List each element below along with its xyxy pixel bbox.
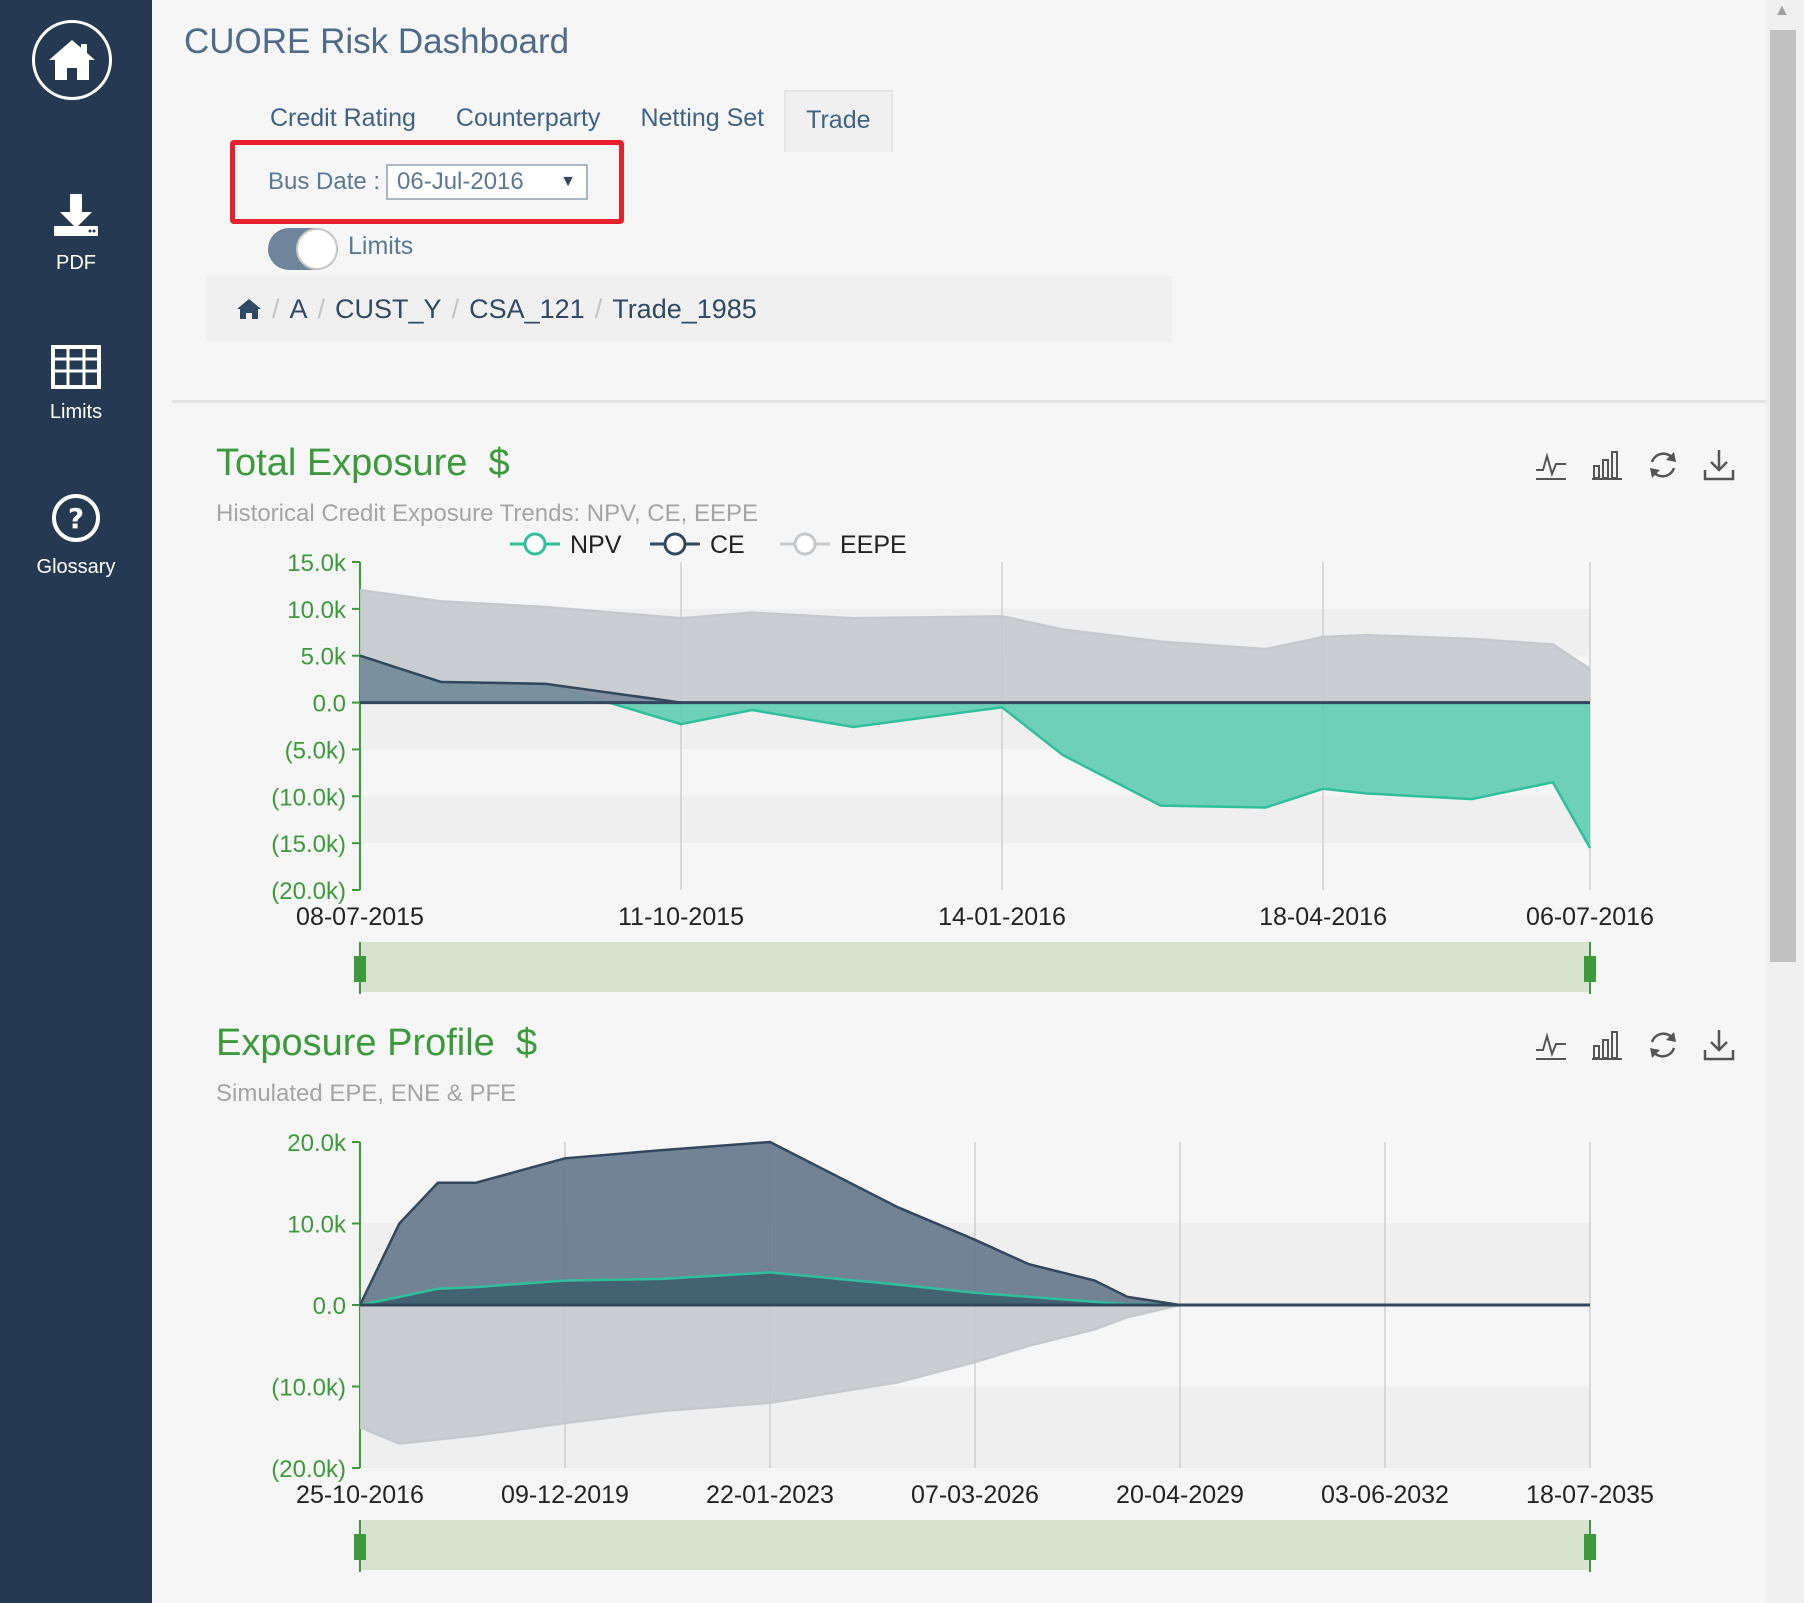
breadcrumb-separator: / (272, 293, 280, 324)
breadcrumb-separator: / (594, 293, 603, 324)
home-icon (49, 40, 95, 80)
y-tick-label: 0.0 (313, 691, 346, 718)
panel-toolbar (1534, 1028, 1736, 1062)
download-icon[interactable] (1702, 448, 1736, 482)
bus-date-value: 06-Jul-2016 (397, 168, 524, 195)
sidebar-item-limits[interactable]: Limits (0, 345, 152, 424)
total-exposure-title: Total Exposure $ (216, 442, 510, 484)
y-tick-label: (20.0k) (271, 1456, 346, 1483)
breadcrumb-item[interactable]: Trade_1985 (612, 294, 757, 325)
breadcrumb-item[interactable]: A (290, 294, 308, 325)
grid-table-icon (51, 345, 101, 389)
tab-trade[interactable]: Trade (784, 90, 893, 152)
x-tick-label: 08-07-2015 (296, 903, 424, 931)
home-button[interactable] (32, 20, 112, 100)
legend-label: EEPE (840, 531, 907, 559)
breadcrumb-separator: / (317, 293, 326, 324)
line-chart-icon[interactable] (1534, 1028, 1568, 1062)
y-tick-label: 5.0k (301, 644, 347, 671)
grid-band (360, 796, 1590, 844)
breadcrumb: / A / CUST_Y / CSA_121 / Trade_1985 (206, 276, 1172, 342)
sidebar-item-pdf[interactable]: PDF (0, 190, 152, 275)
legend-label: NPV (570, 531, 622, 559)
bar-chart-icon[interactable] (1590, 448, 1624, 482)
download-icon[interactable] (1702, 1028, 1736, 1062)
grid-band (360, 562, 1590, 609)
y-tick-label: (20.0k) (271, 878, 346, 905)
exposure-profile-chart: 25-10-2016 09-12-2019 22-01-2023 07-03-2026… (271, 1130, 1654, 1572)
y-tick-label: (5.0k) (285, 737, 346, 764)
x-tick-label: 18-04-2016 (1259, 903, 1387, 931)
exposure-profile-subtitle: Simulated EPE, ENE & PFE (216, 1080, 517, 1107)
bar-chart-icon[interactable] (1590, 1028, 1624, 1062)
grid-band (360, 843, 1590, 890)
x-tick-label: 03-06-2032 (1321, 1481, 1449, 1509)
x-tick-label: 22-01-2023 (706, 1481, 834, 1509)
y-tick-label: (15.0k) (271, 831, 346, 858)
y-tick-label: (10.0k) (271, 1375, 346, 1402)
chevron-down-icon: ▼ (560, 173, 576, 190)
x-tick-label: 07-03-2026 (911, 1481, 1039, 1509)
limits-toggle[interactable] (268, 228, 338, 270)
x-tick-label: 09-12-2019 (501, 1481, 629, 1509)
total-exposure-chart: NPV CE EEPE 08-07-2015 11-10-2015 14-01-2016 1… (271, 531, 1654, 994)
panel-toolbar (1534, 448, 1736, 482)
navigator (360, 942, 1590, 992)
x-tick-label: 11-10-2015 (618, 903, 744, 931)
toggle-knob (296, 228, 338, 270)
download-icon (54, 194, 98, 236)
x-tick-label: 18-07-2035 (1526, 1481, 1654, 1509)
breadcrumb-separator: / (451, 293, 460, 324)
legend-marker (663, 532, 687, 556)
refresh-icon[interactable] (1646, 1028, 1680, 1062)
y-tick-label: 0.0 (313, 1293, 346, 1320)
x-tick-label: 14-01-2016 (938, 903, 1066, 931)
breadcrumb-item[interactable]: CUST_Y (335, 294, 442, 325)
home-icon[interactable] (236, 298, 262, 320)
x-tick-label: 06-07-2016 (1526, 903, 1654, 931)
limits-label: Limits (348, 232, 414, 260)
legend-marker (793, 532, 817, 556)
sidebar-item-label: Limits (49, 401, 103, 423)
total-exposure-subtitle: Historical Credit Exposure Trends: NPV, … (216, 500, 758, 527)
y-tick-label: 15.0k (287, 550, 347, 577)
divider (172, 400, 1766, 403)
bus-date-label: Bus Date : (268, 168, 381, 195)
exposure-profile-title: Exposure Profile $ (216, 1022, 538, 1064)
refresh-icon[interactable] (1646, 448, 1680, 482)
bus-date-select[interactable]: 06-Jul-2016 ▼ (386, 164, 588, 200)
y-tick-label: 20.0k (287, 1130, 347, 1157)
legend-marker (523, 532, 547, 556)
x-tick-label: 20-04-2029 (1116, 1481, 1244, 1509)
scroll-up-icon[interactable]: ▲ (1774, 2, 1790, 20)
breadcrumb-item[interactable]: CSA_121 (469, 294, 585, 325)
line-chart-icon[interactable] (1534, 448, 1568, 482)
tab-netting-set[interactable]: Netting Set (620, 90, 784, 150)
y-tick-label: (10.0k) (271, 784, 346, 811)
page-title: CUORE Risk Dashboard (184, 22, 570, 61)
navigator (360, 1520, 1590, 1570)
legend-label: CE (710, 531, 745, 559)
y-tick-label: 10.0k (287, 1212, 347, 1239)
scrollbar-thumb[interactable] (1770, 30, 1796, 962)
x-tick-label: 25-10-2016 (296, 1481, 424, 1509)
y-tick-label: 10.0k (287, 597, 347, 624)
sidebar-item-label: PDF (56, 252, 96, 274)
